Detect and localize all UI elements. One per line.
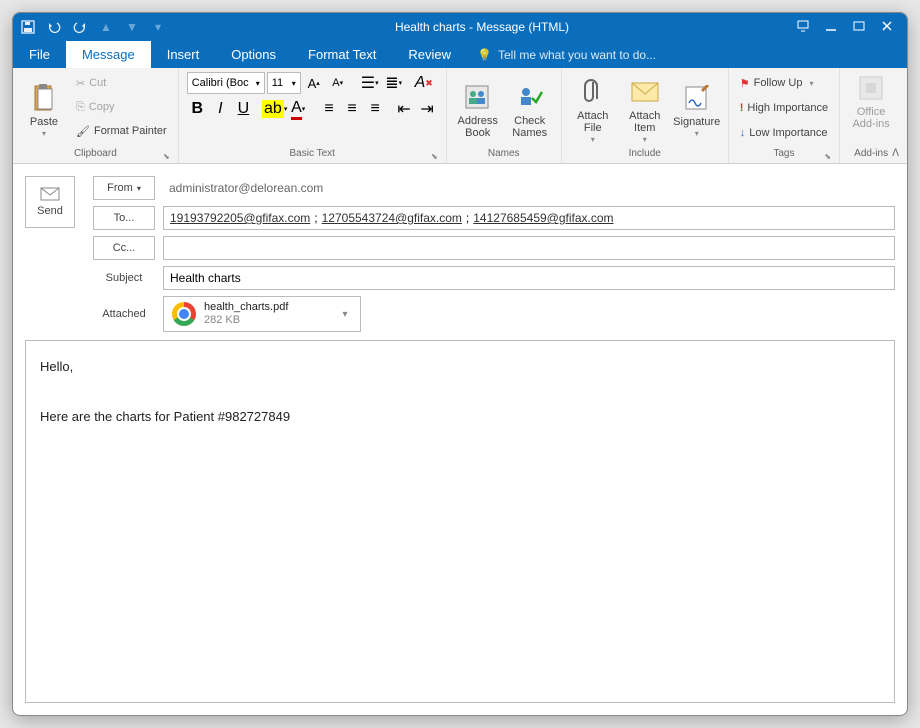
paperclip-icon	[577, 76, 609, 108]
lightbulb-icon: 💡	[477, 48, 492, 62]
ribbon-tabs: File Message Insert Options Format Text …	[13, 41, 907, 68]
align-center-icon[interactable]: ≡	[342, 98, 363, 120]
basictext-launcher-icon[interactable]: ⬊	[431, 152, 438, 161]
tab-message[interactable]: Message	[66, 41, 151, 68]
high-importance-button[interactable]: !High Importance	[737, 97, 831, 119]
numbering-icon[interactable]: ≣▾	[383, 72, 405, 94]
low-importance-button[interactable]: ↓Low Importance	[737, 122, 831, 144]
increase-indent-icon[interactable]: ⇥	[417, 98, 438, 120]
format-painter-button[interactable]: 🖌Format Painter	[73, 120, 170, 142]
decrease-indent-icon[interactable]: ⇤	[394, 98, 415, 120]
redo-icon[interactable]	[71, 18, 89, 36]
shrink-font-icon[interactable]: A▾	[327, 72, 349, 94]
quick-access-toolbar: ▲ ▼ ▾	[19, 18, 167, 36]
subject-field[interactable]: Health charts	[163, 266, 895, 290]
message-body[interactable]: Hello, Here are the charts for Patient #…	[25, 340, 895, 703]
bullets-icon[interactable]: ☰▾	[359, 72, 381, 94]
address-book-icon	[462, 81, 494, 113]
tab-options[interactable]: Options	[215, 41, 292, 68]
tags-launcher-icon[interactable]: ⬊	[824, 152, 831, 161]
underline-icon[interactable]: U	[233, 98, 254, 120]
font-select[interactable]: Calibri (Boc▾	[187, 72, 265, 94]
align-right-icon[interactable]: ≡	[365, 98, 386, 120]
save-icon[interactable]	[19, 18, 37, 36]
cut-button[interactable]: ✂Cut	[73, 72, 170, 94]
clipboard-icon	[28, 82, 60, 114]
attachment-filename: health_charts.pdf	[204, 301, 288, 314]
flag-icon: ⚑	[740, 77, 750, 90]
paintbrush-icon: 🖌	[76, 125, 90, 138]
chevron-down-icon: ▾	[42, 130, 46, 139]
attachment-dropdown-icon[interactable]: ▾	[338, 309, 352, 320]
down-arrow-icon: ↓	[740, 127, 746, 139]
tab-file[interactable]: File	[13, 41, 66, 68]
compose-area: Send From▾ administrator@delorean.com To…	[13, 164, 907, 715]
group-include: Attach File▾ Attach Item▾ Signature▾ Inc…	[562, 68, 729, 163]
check-names-icon	[514, 81, 546, 113]
minimize-icon[interactable]	[825, 20, 839, 34]
envelope-icon	[629, 76, 661, 108]
align-left-icon[interactable]: ≡	[318, 98, 339, 120]
signature-button[interactable]: Signature▾	[674, 72, 720, 148]
to-recipient[interactable]: 12705543724@gfifax.com	[322, 211, 462, 225]
chrome-pdf-icon	[172, 302, 196, 326]
send-icon	[40, 187, 60, 201]
attached-label: Attached	[93, 308, 155, 320]
qat-customize-icon[interactable]: ▾	[149, 18, 167, 36]
font-size-select[interactable]: 11▾	[267, 72, 301, 94]
office-addins-button[interactable]: Office Add-ins	[848, 72, 894, 130]
close-icon[interactable]	[881, 20, 895, 34]
copy-icon: ⎘	[76, 101, 85, 114]
cc-button[interactable]: Cc...	[93, 236, 155, 260]
italic-icon[interactable]: I	[210, 98, 231, 120]
attachment-size: 282 KB	[204, 314, 288, 327]
paste-button[interactable]: Paste ▾	[21, 72, 67, 148]
tell-me-search[interactable]: 💡 Tell me what you want to do...	[467, 41, 666, 68]
to-recipient[interactable]: 14127685459@gfifax.com	[473, 211, 613, 225]
exclamation-icon: !	[740, 102, 744, 114]
scissors-icon: ✂	[76, 77, 85, 90]
signature-icon	[681, 82, 713, 114]
title-bar: ▲ ▼ ▾ Health charts - Message (HTML)	[13, 13, 907, 41]
highlight-icon[interactable]: ab▾	[264, 98, 286, 120]
copy-button[interactable]: ⎘Copy	[73, 96, 170, 118]
cc-field[interactable]	[163, 236, 895, 260]
check-names-button[interactable]: Check Names	[507, 72, 553, 148]
ribbon-options-icon[interactable]	[797, 20, 811, 34]
tab-review[interactable]: Review	[392, 41, 467, 68]
font-color-icon[interactable]: A▾	[288, 98, 309, 120]
qat-arrow-down-icon[interactable]: ▼	[123, 18, 141, 36]
to-recipient[interactable]: 19193792205@gfifax.com	[170, 211, 310, 225]
address-book-button[interactable]: Address Book	[455, 72, 501, 148]
addins-icon	[855, 72, 887, 104]
from-button[interactable]: From▾	[93, 176, 155, 200]
clipboard-launcher-icon[interactable]: ⬊	[163, 152, 170, 161]
undo-icon[interactable]	[45, 18, 63, 36]
clear-format-icon[interactable]: A✖	[413, 72, 435, 94]
group-tags: ⚑Follow Up▾ !High Importance ↓Low Import…	[729, 68, 840, 163]
follow-up-button[interactable]: ⚑Follow Up▾	[737, 72, 831, 94]
maximize-icon[interactable]	[853, 20, 867, 34]
attachment-chip[interactable]: health_charts.pdf 282 KB ▾	[163, 296, 361, 332]
group-clipboard: Paste ▾ ✂Cut ⎘Copy 🖌Format Painter Clipb…	[13, 68, 179, 163]
grow-font-icon[interactable]: A▴	[303, 72, 325, 94]
group-names: Address Book Check Names Names	[447, 68, 562, 163]
tab-format-text[interactable]: Format Text	[292, 41, 392, 68]
to-button[interactable]: To...	[93, 206, 155, 230]
send-button[interactable]: Send	[25, 176, 75, 228]
from-field[interactable]: administrator@delorean.com	[163, 176, 895, 200]
tab-insert[interactable]: Insert	[151, 41, 216, 68]
attach-item-button[interactable]: Attach Item▾	[622, 72, 668, 148]
subject-label: Subject	[93, 272, 155, 284]
window-title: Health charts - Message (HTML)	[167, 20, 797, 34]
attach-file-button[interactable]: Attach File▾	[570, 72, 616, 148]
qat-arrow-up-icon[interactable]: ▲	[97, 18, 115, 36]
compose-window: ▲ ▼ ▾ Health charts - Message (HTML) Fil…	[12, 12, 908, 716]
to-field[interactable]: 19193792205@gfifax.com; 12705543724@gfif…	[163, 206, 895, 230]
bold-icon[interactable]: B	[187, 98, 208, 120]
collapse-ribbon-icon[interactable]: ᐱ	[892, 148, 899, 159]
window-controls	[797, 20, 901, 34]
group-basic-text: Calibri (Boc▾ 11▾ A▴ A▾ ☰▾ ≣▾ A✖ B I U a…	[179, 68, 447, 163]
ribbon: Paste ▾ ✂Cut ⎘Copy 🖌Format Painter Clipb…	[13, 68, 907, 164]
